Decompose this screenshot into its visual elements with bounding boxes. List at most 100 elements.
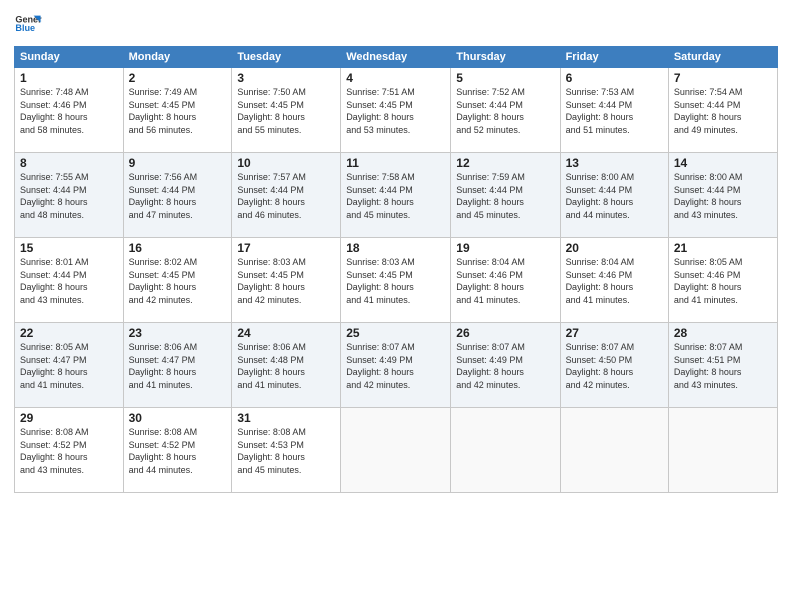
daylight-hours: Daylight: 8 hours (237, 366, 335, 379)
sunset-time: Sunset: 4:48 PM (237, 354, 335, 367)
calendar-week-1: 1Sunrise: 7:48 AMSunset: 4:46 PMDaylight… (15, 68, 778, 153)
weekday-header-tuesday: Tuesday (232, 47, 341, 68)
daylight-hours: and 51 minutes. (566, 124, 663, 137)
day-info: Sunrise: 8:00 AMSunset: 4:44 PMDaylight:… (566, 171, 663, 221)
daylight-hours: and 43 minutes. (20, 294, 118, 307)
sunset-time: Sunset: 4:50 PM (566, 354, 663, 367)
sunset-time: Sunset: 4:49 PM (456, 354, 554, 367)
daylight-hours: and 42 minutes. (566, 379, 663, 392)
sunrise-time: Sunrise: 7:54 AM (674, 86, 772, 99)
daylight-hours: Daylight: 8 hours (456, 111, 554, 124)
weekday-header-sunday: Sunday (15, 47, 124, 68)
daylight-hours: and 41 minutes. (237, 379, 335, 392)
day-info: Sunrise: 8:05 AMSunset: 4:46 PMDaylight:… (674, 256, 772, 306)
day-number: 24 (237, 326, 335, 340)
calendar-body: 1Sunrise: 7:48 AMSunset: 4:46 PMDaylight… (15, 68, 778, 493)
sunrise-time: Sunrise: 8:07 AM (674, 341, 772, 354)
daylight-hours: Daylight: 8 hours (456, 196, 554, 209)
calendar-cell: 15Sunrise: 8:01 AMSunset: 4:44 PMDayligh… (15, 238, 124, 323)
sunset-time: Sunset: 4:52 PM (129, 439, 227, 452)
day-number: 26 (456, 326, 554, 340)
calendar-cell: 7Sunrise: 7:54 AMSunset: 4:44 PMDaylight… (668, 68, 777, 153)
day-info: Sunrise: 8:03 AMSunset: 4:45 PMDaylight:… (237, 256, 335, 306)
sunrise-time: Sunrise: 8:07 AM (346, 341, 445, 354)
daylight-hours: Daylight: 8 hours (129, 451, 227, 464)
daylight-hours: and 44 minutes. (566, 209, 663, 222)
daylight-hours: and 46 minutes. (237, 209, 335, 222)
day-info: Sunrise: 8:06 AMSunset: 4:47 PMDaylight:… (129, 341, 227, 391)
daylight-hours: Daylight: 8 hours (129, 196, 227, 209)
sunset-time: Sunset: 4:47 PM (129, 354, 227, 367)
sunset-time: Sunset: 4:45 PM (346, 269, 445, 282)
sunrise-time: Sunrise: 8:07 AM (456, 341, 554, 354)
day-info: Sunrise: 8:01 AMSunset: 4:44 PMDaylight:… (20, 256, 118, 306)
day-info: Sunrise: 7:49 AMSunset: 4:45 PMDaylight:… (129, 86, 227, 136)
daylight-hours: and 53 minutes. (346, 124, 445, 137)
daylight-hours: Daylight: 8 hours (20, 111, 118, 124)
calendar-cell: 20Sunrise: 8:04 AMSunset: 4:46 PMDayligh… (560, 238, 668, 323)
day-number: 19 (456, 241, 554, 255)
daylight-hours: and 42 minutes. (129, 294, 227, 307)
day-number: 14 (674, 156, 772, 170)
day-number: 10 (237, 156, 335, 170)
calendar-cell: 9Sunrise: 7:56 AMSunset: 4:44 PMDaylight… (123, 153, 232, 238)
calendar-cell (560, 408, 668, 493)
calendar-week-3: 15Sunrise: 8:01 AMSunset: 4:44 PMDayligh… (15, 238, 778, 323)
sunset-time: Sunset: 4:49 PM (346, 354, 445, 367)
day-number: 5 (456, 71, 554, 85)
day-info: Sunrise: 7:50 AMSunset: 4:45 PMDaylight:… (237, 86, 335, 136)
daylight-hours: Daylight: 8 hours (674, 281, 772, 294)
daylight-hours: and 52 minutes. (456, 124, 554, 137)
sunrise-time: Sunrise: 7:52 AM (456, 86, 554, 99)
daylight-hours: Daylight: 8 hours (20, 451, 118, 464)
weekday-header-wednesday: Wednesday (341, 47, 451, 68)
day-number: 3 (237, 71, 335, 85)
sunset-time: Sunset: 4:52 PM (20, 439, 118, 452)
daylight-hours: and 41 minutes. (674, 294, 772, 307)
day-info: Sunrise: 8:08 AMSunset: 4:53 PMDaylight:… (237, 426, 335, 476)
sunset-time: Sunset: 4:45 PM (237, 99, 335, 112)
day-number: 27 (566, 326, 663, 340)
sunrise-time: Sunrise: 8:07 AM (566, 341, 663, 354)
calendar-cell: 26Sunrise: 8:07 AMSunset: 4:49 PMDayligh… (451, 323, 560, 408)
daylight-hours: and 41 minutes. (129, 379, 227, 392)
calendar-cell: 18Sunrise: 8:03 AMSunset: 4:45 PMDayligh… (341, 238, 451, 323)
sunset-time: Sunset: 4:44 PM (674, 99, 772, 112)
sunrise-time: Sunrise: 8:05 AM (674, 256, 772, 269)
day-number: 25 (346, 326, 445, 340)
daylight-hours: and 44 minutes. (129, 464, 227, 477)
daylight-hours: Daylight: 8 hours (346, 281, 445, 294)
sunrise-time: Sunrise: 7:49 AM (129, 86, 227, 99)
day-info: Sunrise: 8:07 AMSunset: 4:49 PMDaylight:… (456, 341, 554, 391)
daylight-hours: Daylight: 8 hours (346, 366, 445, 379)
sunset-time: Sunset: 4:44 PM (456, 99, 554, 112)
day-number: 9 (129, 156, 227, 170)
daylight-hours: Daylight: 8 hours (237, 451, 335, 464)
sunset-time: Sunset: 4:44 PM (346, 184, 445, 197)
day-number: 16 (129, 241, 227, 255)
calendar-cell: 19Sunrise: 8:04 AMSunset: 4:46 PMDayligh… (451, 238, 560, 323)
calendar-cell: 22Sunrise: 8:05 AMSunset: 4:47 PMDayligh… (15, 323, 124, 408)
daylight-hours: Daylight: 8 hours (346, 111, 445, 124)
day-number: 29 (20, 411, 118, 425)
sunset-time: Sunset: 4:44 PM (237, 184, 335, 197)
day-number: 13 (566, 156, 663, 170)
daylight-hours: Daylight: 8 hours (456, 281, 554, 294)
calendar-cell (341, 408, 451, 493)
weekday-header-thursday: Thursday (451, 47, 560, 68)
calendar-cell (668, 408, 777, 493)
daylight-hours: Daylight: 8 hours (566, 281, 663, 294)
calendar-cell: 1Sunrise: 7:48 AMSunset: 4:46 PMDaylight… (15, 68, 124, 153)
daylight-hours: and 47 minutes. (129, 209, 227, 222)
daylight-hours: Daylight: 8 hours (20, 281, 118, 294)
header: General Blue (14, 10, 778, 38)
calendar-cell: 27Sunrise: 8:07 AMSunset: 4:50 PMDayligh… (560, 323, 668, 408)
calendar-cell: 17Sunrise: 8:03 AMSunset: 4:45 PMDayligh… (232, 238, 341, 323)
day-info: Sunrise: 7:52 AMSunset: 4:44 PMDaylight:… (456, 86, 554, 136)
daylight-hours: Daylight: 8 hours (674, 366, 772, 379)
calendar-cell: 3Sunrise: 7:50 AMSunset: 4:45 PMDaylight… (232, 68, 341, 153)
sunset-time: Sunset: 4:45 PM (346, 99, 445, 112)
daylight-hours: Daylight: 8 hours (566, 366, 663, 379)
day-number: 11 (346, 156, 445, 170)
calendar-cell: 29Sunrise: 8:08 AMSunset: 4:52 PMDayligh… (15, 408, 124, 493)
